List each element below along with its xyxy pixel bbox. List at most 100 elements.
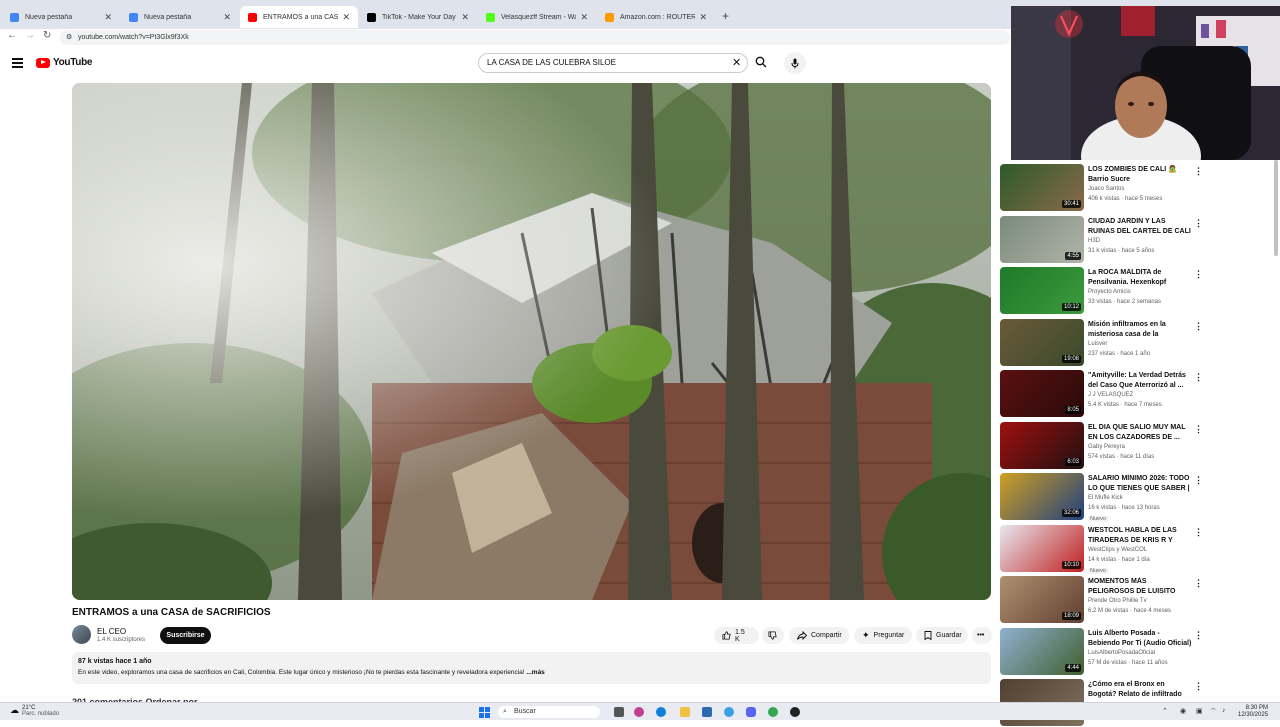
video-duration: 6:03 (1065, 458, 1081, 466)
dislike-button[interactable] (762, 627, 784, 644)
more-options-icon[interactable]: ⋮ (1194, 269, 1203, 280)
share-button[interactable]: Compartir (789, 627, 849, 644)
recommended-video[interactable]: 8:05 "Amityville: La Verdad Detrás del Ca… (1000, 370, 1272, 418)
search-icon[interactable] (755, 56, 767, 68)
site-info-icon[interactable]: ⚙ (66, 30, 72, 45)
recommended-video[interactable]: 18:09 MOMENTOS MÁS PELIGROSOS DE LUISITO … (1000, 576, 1272, 624)
recommended-video[interactable]: 10:12 La ROCA MALDITA de Pensilvania. Hex… (1000, 267, 1272, 315)
more-options-icon[interactable]: ⋮ (1194, 372, 1203, 383)
tray-app-icon[interactable]: ◉ (1180, 707, 1186, 715)
save-button[interactable]: Guardar (916, 627, 968, 644)
video-thumbnail[interactable]: 32:06 (1000, 473, 1084, 520)
forward-icon[interactable]: → (25, 30, 35, 41)
close-tab-icon[interactable]: ✕ (223, 12, 231, 23)
video-thumbnail[interactable]: 30:41 (1000, 164, 1084, 211)
recommended-video[interactable]: 6:03 EL DIA QUE SALIO MUY MAL EN LOS CAZA… (1000, 422, 1272, 470)
more-options-icon[interactable]: ⋮ (1194, 630, 1203, 641)
address-bar[interactable]: ⚙ youtube.com/watch?v=Pt3Glx9f3Xk (60, 30, 1010, 45)
volume-icon[interactable]: ♪ (1222, 707, 1226, 714)
browser-tab[interactable]: TikTok - Make Your Day ✕ (359, 6, 477, 28)
copilot-icon[interactable] (634, 707, 644, 717)
recommended-video[interactable]: 4:44 Luis Alberto Posada - Bebiendo Por T… (1000, 628, 1272, 676)
edge-icon[interactable] (656, 707, 666, 717)
scrollbar[interactable] (1274, 160, 1278, 256)
more-options-icon[interactable]: ⋮ (1194, 578, 1203, 589)
recommended-video-meta: 406 k vistas · hace 5 meses (1088, 196, 1163, 202)
recommended-video[interactable]: 30:41 LOS ZOMBIES DE CALI 🧟 Barrio Sucre J… (1000, 164, 1272, 212)
store-icon[interactable] (702, 707, 712, 717)
more-options-icon[interactable]: ⋮ (1194, 218, 1203, 229)
chrome-icon[interactable] (768, 707, 778, 717)
ask-button[interactable]: ✦ Preguntar (854, 627, 912, 644)
more-options-icon[interactable]: ⋮ (1194, 681, 1203, 692)
video-thumbnail[interactable]: 6:03 (1000, 422, 1084, 469)
tab-title: Amazon.com : ROUTER (620, 13, 696, 21)
menu-icon[interactable] (12, 58, 23, 70)
views-and-date: 87 k vistas hace 1 año (78, 658, 152, 665)
recommended-video-title: WESTCOL HABLA DE LAS TIRADERAS DE KRIS R… (1088, 527, 1177, 544)
close-tab-icon[interactable]: ✕ (342, 12, 350, 23)
like-button[interactable]: 1.5 K (714, 627, 759, 644)
video-player[interactable] (72, 83, 991, 600)
video-thumbnail[interactable]: 10:12 (1000, 267, 1084, 314)
video-thumbnail[interactable]: 8:05 (1000, 370, 1084, 417)
video-thumbnail[interactable]: 19:08 (1000, 319, 1084, 366)
discord-icon[interactable] (746, 707, 756, 717)
recommended-video[interactable]: 19:08 Misión infiltramos en la misteriosa… (1000, 319, 1272, 367)
recommended-video-title: EL DIA QUE SALIO MUY MAL EN LOS CAZADORE… (1088, 424, 1186, 441)
browser-tab[interactable]: Nueva pestaña ✕ (2, 6, 120, 28)
weather-widget[interactable]: ☁ 21°C Parc. nublado (10, 705, 59, 717)
more-options-icon[interactable]: ⋮ (1194, 166, 1203, 177)
app-icon-1[interactable] (724, 707, 734, 717)
obs-icon[interactable] (790, 707, 800, 717)
task-view-icon[interactable] (614, 707, 624, 717)
voice-search-icon[interactable] (784, 52, 806, 74)
video-thumbnail[interactable]: 10:10 (1000, 525, 1084, 572)
windows-start-icon[interactable] (479, 707, 490, 718)
clock[interactable]: 8:30 PM 12/30/2025 (1238, 705, 1268, 719)
video-thumbnail[interactable]: 4:55 (1000, 216, 1084, 263)
description-box[interactable]: 87 k vistas hace 1 año En este video, ex… (72, 652, 991, 684)
recommended-video[interactable]: 4:55 CIUDAD JARDIN Y LAS RUINAS DEL CARTE… (1000, 216, 1272, 264)
channel-name[interactable]: EL CEO (97, 627, 126, 636)
recommended-video[interactable]: 10:10 WESTCOL HABLA DE LAS TIRADERAS DE K… (1000, 525, 1272, 574)
clock-time: 8:30 PM (1245, 705, 1269, 711)
clock-date: 12/30/2025 (1238, 712, 1269, 718)
wifi-icon[interactable]: ⌔ (1210, 707, 1217, 716)
taskbar-search[interactable]: ⌕ Buscar (498, 706, 600, 718)
channel-avatar[interactable] (72, 625, 91, 644)
search-input[interactable]: LA CASA DE LAS CULEBRA SILOE (478, 53, 748, 73)
tray-chevron-icon[interactable]: ⌃ (1162, 707, 1168, 715)
more-options-icon[interactable]: ⋮ (1194, 321, 1203, 332)
more-options-icon[interactable]: ⋮ (1194, 424, 1203, 435)
browser-tab[interactable]: Amazon.com : ROUTER ✕ (597, 6, 715, 28)
thumbs-up-icon (722, 631, 731, 640)
close-tab-icon[interactable]: ✕ (104, 12, 112, 23)
recommended-video[interactable]: 32:06 SALARIO MÍNIMO 2026: TODO LO QUE TI… (1000, 473, 1272, 522)
video-duration: 32:06 (1061, 509, 1081, 517)
close-tab-icon[interactable]: ✕ (699, 12, 707, 23)
browser-tab[interactable]: ENTRAMOS a una CASA de SACRIFICIOS✕ (240, 6, 358, 28)
clear-search-icon[interactable]: ✕ (732, 56, 741, 69)
close-tab-icon[interactable]: ✕ (461, 12, 469, 23)
video-thumbnail[interactable]: 18:09 (1000, 576, 1084, 623)
close-tab-icon[interactable]: ✕ (580, 12, 588, 23)
new-tab-button[interactable]: + (722, 9, 729, 23)
tray-app-icon-2[interactable]: ▣ (1196, 707, 1203, 715)
show-more-link[interactable]: ...más (526, 669, 544, 676)
reload-icon[interactable]: ↻ (43, 30, 51, 41)
subscribe-button[interactable]: Suscribirse (160, 627, 211, 644)
file-explorer-icon[interactable] (680, 707, 690, 717)
video-thumbnail[interactable]: 4:44 (1000, 628, 1084, 675)
like-count: 1.5 K (735, 628, 745, 643)
back-icon[interactable]: ← (7, 30, 17, 41)
browser-tab[interactable]: Velasquezff Stream - Watch Live✕ (478, 6, 596, 28)
share-label: Compartir (811, 632, 842, 639)
youtube-logo[interactable]: YouTube (36, 57, 93, 68)
browser-tab[interactable]: Nueva pestaña ✕ (121, 6, 239, 28)
recommended-video-channel: J J VELASQUEZ (1088, 392, 1134, 398)
more-options-icon[interactable]: ⋮ (1194, 475, 1203, 486)
more-actions-icon[interactable]: ••• (972, 627, 992, 644)
recommended-video-channel: Joaco Santos (1088, 186, 1125, 192)
more-options-icon[interactable]: ⋮ (1194, 527, 1203, 538)
